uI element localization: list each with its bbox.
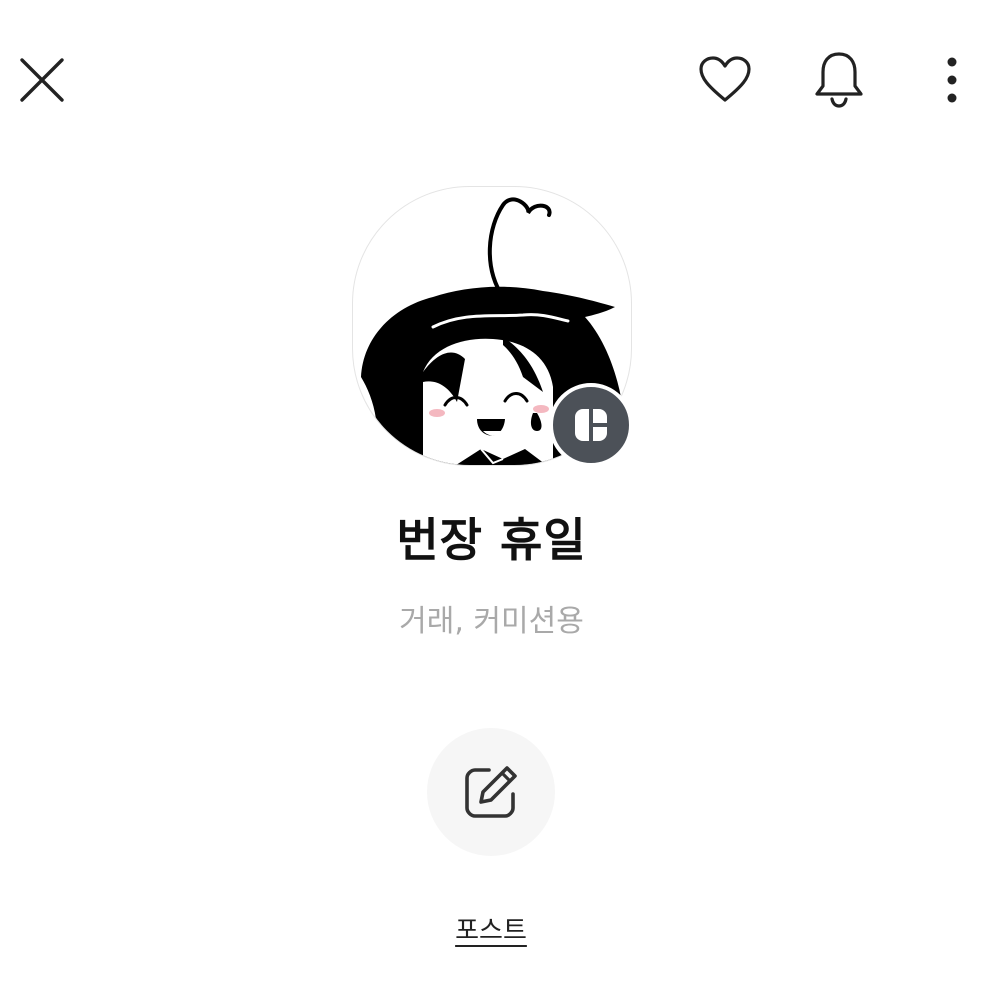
top-bar <box>0 0 983 160</box>
heart-icon <box>699 56 751 102</box>
bell-icon <box>815 52 863 108</box>
more-vertical-icon <box>947 57 957 103</box>
profile-description: 거래, 커미션용 <box>399 604 584 639</box>
notification-button[interactable] <box>808 46 870 112</box>
kakao-channel-icon <box>575 409 607 441</box>
like-button[interactable] <box>692 50 758 110</box>
post-button[interactable]: 포스트 <box>427 728 555 946</box>
close-icon <box>20 58 64 102</box>
more-options-button[interactable] <box>932 50 972 110</box>
edit-icon <box>465 766 517 818</box>
profile-avatar-group[interactable] <box>352 186 633 467</box>
profile-name: 번장 휴일 <box>396 513 587 567</box>
post-label[interactable]: 포스트 <box>427 914 555 948</box>
post-icon-circle[interactable] <box>427 728 555 856</box>
channel-badge <box>549 383 633 467</box>
close-button[interactable] <box>12 50 72 110</box>
